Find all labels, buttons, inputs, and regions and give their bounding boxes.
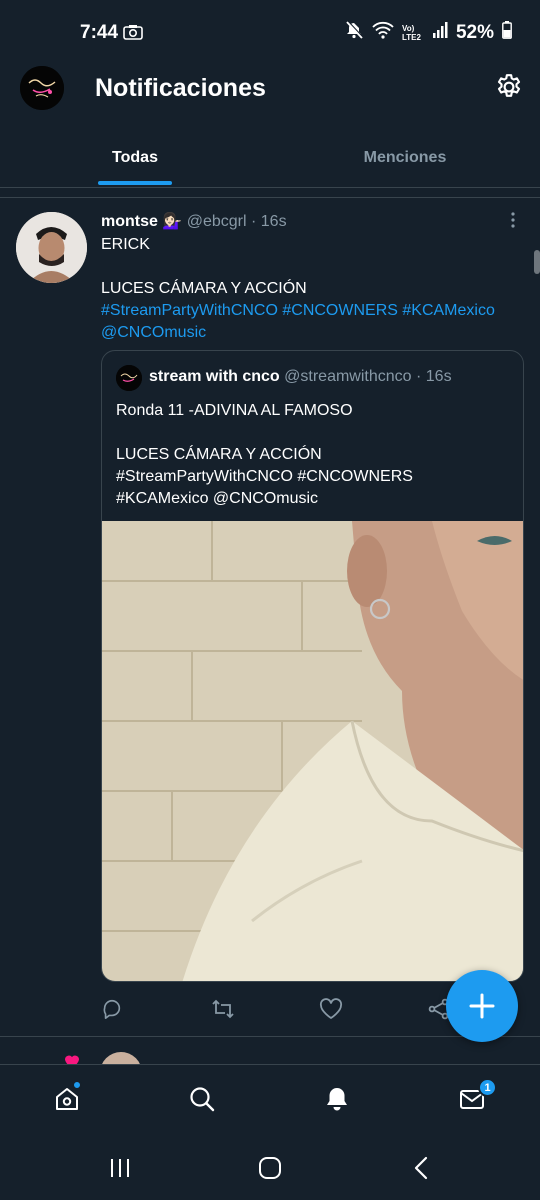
quoted-tweet-photo[interactable]	[102, 521, 523, 981]
quoted-timestamp: 16s	[425, 368, 452, 385]
tweet-author-avatar[interactable]	[16, 212, 87, 283]
quoted-text-line: #StreamPartyWithCNCO #CNCOWNERS	[116, 468, 413, 485]
compose-tweet-button[interactable]	[446, 970, 518, 1042]
tweet-text-line: LUCES CÁMARA Y ACCIÓN	[101, 280, 307, 297]
quoted-tweet-text: Ronda 11 -ADIVINA AL FAMOSO LUCES CÁMARA…	[116, 400, 516, 510]
tweet-timestamp: 16s	[260, 213, 287, 230]
notifications-bell-icon[interactable]	[323, 1085, 353, 1115]
tweet-hashtags[interactable]: #StreamPartyWithCNCO #CNCOWNERS #KCAMexi…	[101, 300, 521, 322]
search-icon[interactable]	[188, 1085, 218, 1115]
battery-percent: 52%	[455, 21, 494, 43]
home-new-dot	[72, 1080, 82, 1090]
signal-icon	[432, 22, 448, 43]
quoted-author-avatar	[116, 365, 142, 391]
tweet-separator: ·	[251, 213, 257, 230]
status-indicators: Vo) LTE2 52%	[344, 20, 512, 45]
tweet-header: montse 💁🏻‍♀️ @ebcgrl · 16s	[101, 211, 287, 231]
active-tab-indicator	[98, 181, 172, 185]
quoted-text-line: Ronda 11 -ADIVINA AL FAMOSO	[116, 402, 353, 419]
tweet-mention[interactable]: @CNCOmusic	[101, 322, 521, 344]
divider	[0, 197, 540, 198]
reply-icon[interactable]	[101, 998, 125, 1022]
tweet-text-line	[101, 256, 521, 278]
quoted-tweet[interactable]: stream with cnco @streamwithcnco · 16s R…	[101, 350, 524, 982]
divider	[0, 1036, 540, 1037]
battery-icon	[502, 21, 512, 44]
home-button-icon[interactable]	[258, 1156, 282, 1185]
messages-badge: 1	[478, 1078, 497, 1097]
quoted-author-name: stream with cnco	[149, 368, 280, 385]
quoted-tweet-header: stream with cnco @streamwithcnco · 16s	[149, 368, 452, 386]
screenshot-icon	[123, 24, 143, 45]
page-title: Notificaciones	[95, 74, 266, 102]
like-heart-icon[interactable]	[319, 998, 343, 1022]
system-navigation	[0, 1136, 540, 1200]
tweet-text-line: ERICK	[101, 236, 150, 253]
quoted-separator: ·	[416, 368, 422, 385]
app-header: Notificaciones	[0, 64, 540, 114]
quoted-text-line	[116, 422, 516, 444]
quoted-text-line: LUCES CÁMARA Y ACCIÓN	[116, 446, 322, 463]
recent-apps-icon[interactable]	[108, 1156, 132, 1185]
back-icon[interactable]	[410, 1156, 434, 1185]
scrollbar-thumb[interactable]	[534, 250, 540, 274]
tweet-text: ERICK LUCES CÁMARA Y ACCIÓN #StreamParty…	[101, 234, 521, 344]
tab-todas[interactable]: Todas	[0, 128, 270, 187]
retweet-icon[interactable]	[211, 998, 235, 1022]
tweet-author-handle[interactable]: @ebcgrl	[187, 213, 247, 230]
quoted-text-line: #KCAMexico @CNCOmusic	[116, 490, 319, 507]
quoted-author-handle: @streamwithcnco	[284, 368, 412, 385]
status-time: 7:44	[80, 22, 119, 43]
tab-menciones[interactable]: Menciones	[270, 128, 540, 187]
plus-icon	[469, 993, 495, 1019]
tweet-author-name[interactable]: montse 💁🏻‍♀️	[101, 213, 182, 230]
status-bar: 7:44 Vo) LTE2 52%	[0, 0, 540, 64]
lte-label: Vo) LTE2	[401, 23, 421, 42]
settings-gear-icon[interactable]	[494, 72, 524, 102]
mute-icon	[344, 20, 364, 45]
profile-avatar[interactable]	[20, 66, 64, 110]
bottom-navigation	[0, 1064, 540, 1136]
notification-tabs: Todas Menciones	[0, 128, 540, 188]
wifi-icon	[372, 21, 394, 44]
more-options-icon[interactable]	[508, 210, 518, 230]
